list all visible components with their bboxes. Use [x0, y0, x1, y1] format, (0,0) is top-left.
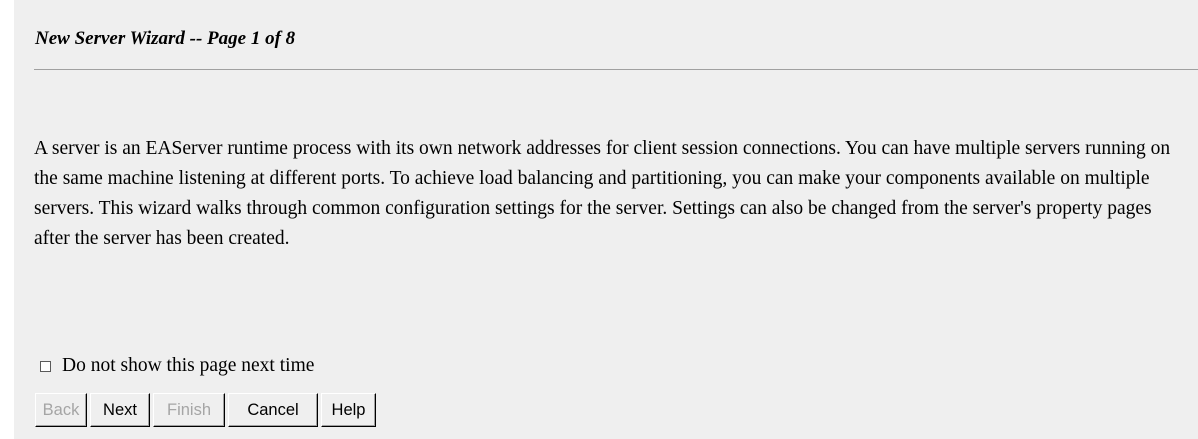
do-not-show-checkbox[interactable] [40, 360, 51, 372]
do-not-show-option[interactable]: Do not show this page next time [40, 354, 314, 378]
finish-button[interactable]: Finish [153, 393, 225, 427]
wizard-button-bar: Back Next Finish Cancel Help [35, 393, 376, 427]
do-not-show-label[interactable]: Do not show this page next time [62, 355, 314, 377]
wizard-description: A server is an EAServer runtime process … [34, 138, 1171, 249]
wizard-title: New Server Wizard -- Page 1 of 8 [35, 28, 296, 49]
back-button[interactable]: Back [35, 393, 87, 427]
help-button[interactable]: Help [321, 393, 376, 427]
wizard-panel: New Server Wizard -- Page 1 of 8 A serve… [14, 0, 1198, 439]
title-divider [34, 69, 1198, 70]
cancel-button[interactable]: Cancel [228, 393, 318, 427]
next-button[interactable]: Next [90, 393, 150, 427]
